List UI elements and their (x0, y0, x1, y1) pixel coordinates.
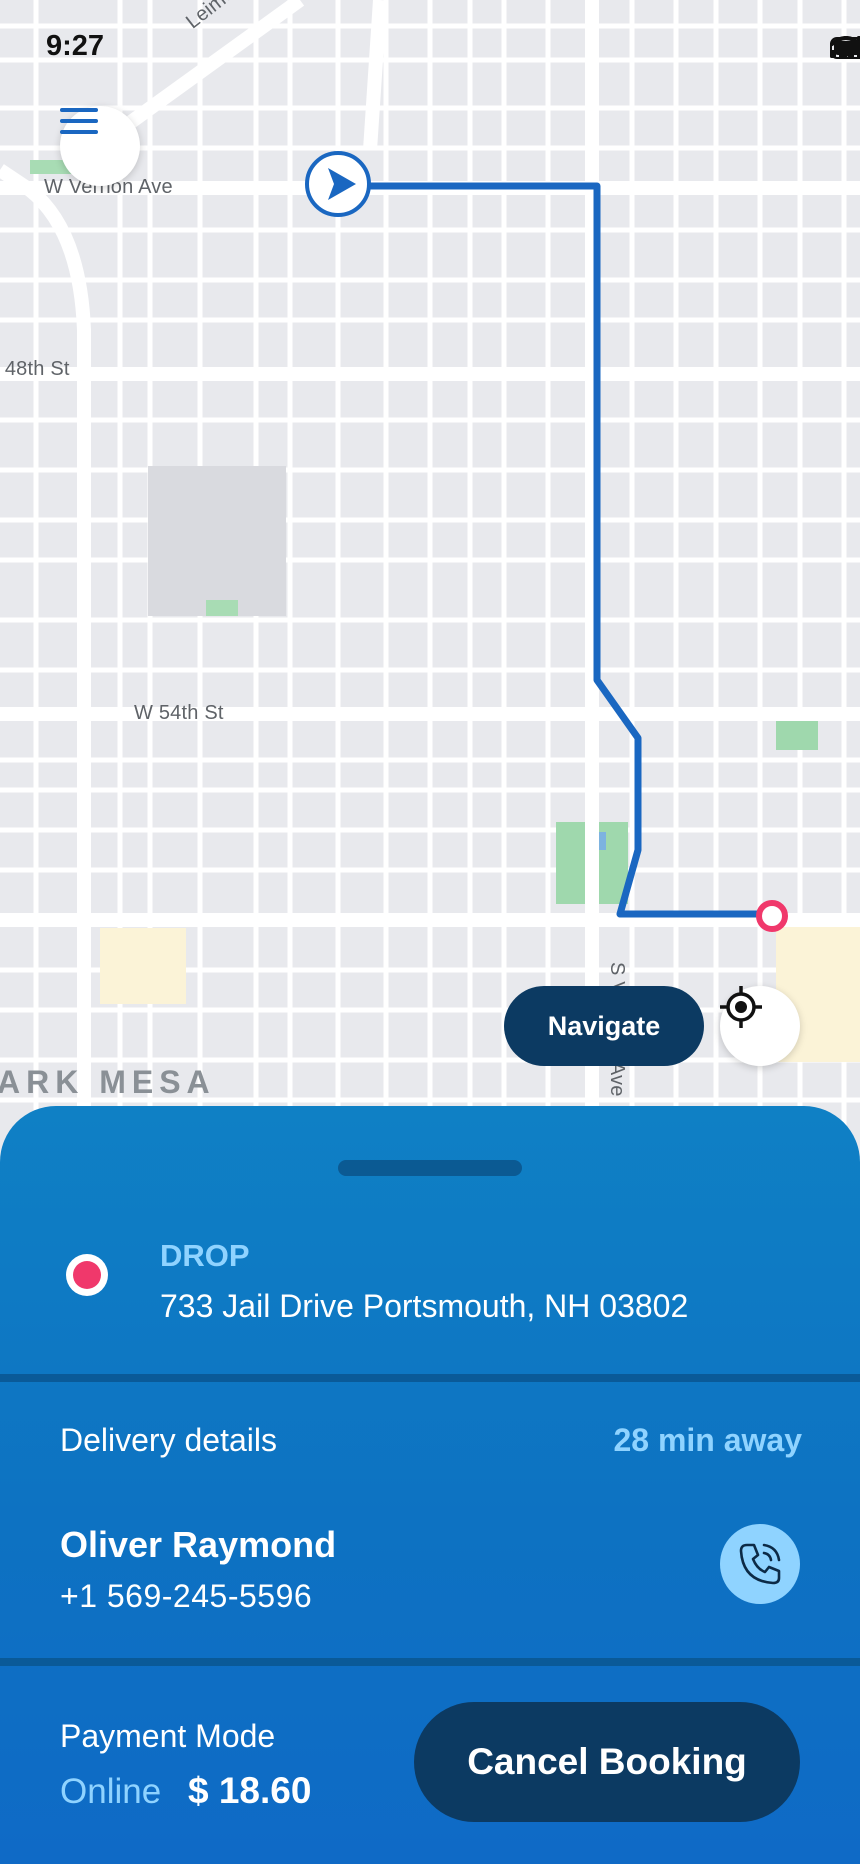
start-location-arrow-icon (305, 151, 371, 217)
payment-amount: $ 18.60 (188, 1770, 312, 1811)
park-small (206, 600, 238, 616)
customer-phone: +1 569-245-5596 (60, 1578, 313, 1614)
hamburger-menu-icon (60, 108, 98, 134)
phone-call-icon (739, 1543, 781, 1585)
cancel-booking-button[interactable]: Cancel Booking (414, 1702, 800, 1822)
navigate-button[interactable]: Navigate (504, 986, 704, 1066)
payment-mode-label: Payment Mode (60, 1718, 276, 1754)
call-customer-button[interactable] (720, 1524, 800, 1604)
delivery-details-title: Delivery details (60, 1422, 277, 1458)
divider (0, 1374, 860, 1382)
destination-pin-icon (756, 900, 788, 932)
battery-icon (830, 37, 860, 59)
drop-location-icon (66, 1254, 108, 1296)
divider (0, 1658, 860, 1666)
locate-me-button[interactable] (720, 986, 800, 1066)
building-block (148, 466, 286, 616)
crosshair-locate-icon (720, 986, 762, 1028)
delivery-bottom-sheet: DROP 733 Jail Drive Portsmouth, NH 03802… (0, 1106, 860, 1864)
park-small-2 (776, 716, 818, 750)
sheet-drag-handle[interactable] (338, 1160, 522, 1176)
pond (598, 832, 606, 850)
street-label-48th: W 48th St (0, 358, 70, 380)
customer-name: Oliver Raymond (60, 1524, 337, 1565)
eta-text: 28 min away (613, 1422, 802, 1458)
app-screen: Leimert W Vernon Ave W 48th St W 54th St… (0, 0, 860, 1864)
drop-address: 733 Jail Drive Portsmouth, NH 03802 (160, 1288, 689, 1324)
status-time: 9:27 (46, 30, 105, 62)
map-view[interactable]: Leimert W Vernon Ave W 48th St W 54th St… (0, 0, 860, 1140)
street-label-54th: W 54th St (134, 702, 224, 724)
commercial-area (100, 928, 186, 1004)
drop-label: DROP (160, 1238, 250, 1273)
district-label: PARK MESA (0, 1064, 216, 1100)
menu-button[interactable] (60, 106, 140, 186)
payment-mode-value: Online (60, 1772, 162, 1811)
